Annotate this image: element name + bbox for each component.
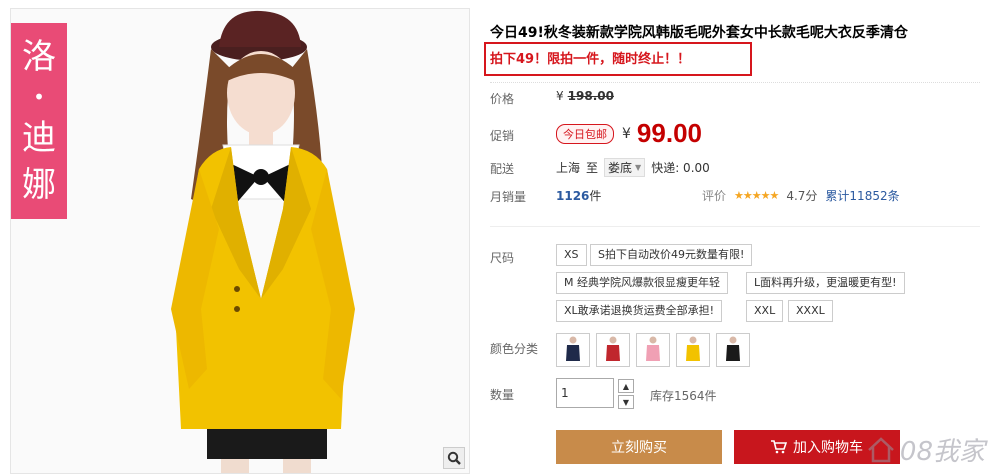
zoom-button[interactable] xyxy=(443,447,465,469)
brand-char: • xyxy=(33,85,45,110)
promotion-label: 促销 xyxy=(490,129,515,143)
model-thumbnail-icon xyxy=(726,336,740,361)
model-thumbnail-icon xyxy=(606,336,620,361)
product-title: 今日49!秋冬装新款学院风韩版毛呢外套女中长款毛呢大衣反季清仓 xyxy=(490,25,908,41)
product-page: 洛 • 迪 娜 今日49!秋冬装新款学院风韩版毛呢外套女中长款毛呢大衣反季清仓 … xyxy=(0,0,993,474)
destination-select[interactable]: 娄底 ▼ xyxy=(604,158,646,177)
rating-label: 评价 xyxy=(702,189,727,203)
chevron-up-icon: ▲ xyxy=(622,381,630,391)
shipping-row: 上海 至 娄底 ▼ 快递: 0.00 xyxy=(556,158,710,177)
color-label: 颜色分类 xyxy=(490,342,539,356)
shipping-label: 配送 xyxy=(490,162,515,176)
price-label: 价格 xyxy=(490,92,515,106)
chevron-down-icon: ▼ xyxy=(635,163,642,172)
cart-icon xyxy=(771,440,787,454)
rating-stars-icon: ★★★★★ xyxy=(734,189,779,202)
brand-logo: 洛 • 迪 娜 xyxy=(11,23,67,219)
quantity-label: 数量 xyxy=(490,388,515,402)
review-count-link[interactable]: 累计11852条 xyxy=(825,187,899,204)
rating-score: 4.7分 xyxy=(786,189,818,203)
brand-char: 洛 xyxy=(22,36,56,77)
model-thumbnail-icon xyxy=(566,336,580,361)
size-option-s[interactable]: S拍下自动改价49元数量有限! xyxy=(590,244,753,266)
free-shipping-badge: 今日包邮 xyxy=(556,123,614,144)
rating-row: 评价 ★★★★★ 4.7分 累计11852条 xyxy=(702,187,900,204)
quantity-decrease-button[interactable]: ▼ xyxy=(618,395,634,409)
size-option-xxxl[interactable]: XXXL xyxy=(788,300,833,322)
sales-label: 月销量 xyxy=(490,190,527,204)
product-image-panel[interactable]: 洛 • 迪 娜 xyxy=(10,8,470,474)
quantity-input[interactable] xyxy=(556,378,614,408)
size-option-m[interactable]: M 经典学院风爆款很显瘦更年轻 xyxy=(556,272,728,294)
model-thumbnail-icon xyxy=(646,336,660,361)
stock-count: 库存1564件 xyxy=(650,389,717,403)
divider xyxy=(490,82,980,83)
ship-to-word: 至 xyxy=(586,161,599,175)
model-photo xyxy=(171,10,355,473)
express-fee: 快递: 0.00 xyxy=(651,161,710,175)
divider xyxy=(490,226,980,227)
destination-value: 娄底 xyxy=(608,161,633,175)
currency-symbol: ¥ xyxy=(622,125,631,142)
buy-now-button[interactable]: 立刻购买 xyxy=(556,430,722,464)
monthly-sales: 1126件 xyxy=(556,187,601,204)
promo-text: 拍下49！限拍一件，随时终止！！ xyxy=(490,52,691,67)
ship-from: 上海 xyxy=(556,161,581,175)
promotion-row: 今日包邮 ¥ 99.00 xyxy=(556,118,702,149)
buy-now-label: 立刻购买 xyxy=(611,439,667,455)
chevron-down-icon: ▼ xyxy=(622,397,630,407)
watermark: 08我家 xyxy=(866,431,985,468)
sales-unit: 件 xyxy=(589,189,602,203)
original-price: ¥198.00 xyxy=(556,89,614,103)
house-icon xyxy=(868,436,894,462)
color-swatch-navy[interactable] xyxy=(556,333,590,367)
watermark-text: 08我家 xyxy=(899,437,985,467)
sales-count: 1126 xyxy=(556,189,590,203)
color-swatch-yellow[interactable] xyxy=(676,333,710,367)
color-swatch-pink[interactable] xyxy=(636,333,670,367)
add-to-cart-label: 加入购物车 xyxy=(793,439,863,455)
model-thumbnail-icon xyxy=(686,336,700,361)
sale-price: 99.00 xyxy=(636,118,702,148)
original-price-value: 198.00 xyxy=(567,89,614,103)
size-label: 尺码 xyxy=(490,251,515,265)
size-option-l[interactable]: L面料再升级，更温暖更有型! xyxy=(746,272,905,294)
size-option-xs[interactable]: XS xyxy=(556,244,587,266)
currency-symbol: ¥ xyxy=(556,89,564,103)
brand-char: 娜 xyxy=(22,165,56,206)
size-option-xxl[interactable]: XXL xyxy=(746,300,784,322)
magnifier-icon xyxy=(447,451,461,465)
color-swatch-red[interactable] xyxy=(596,333,630,367)
brand-char: 迪 xyxy=(22,117,56,158)
color-swatch-black[interactable] xyxy=(716,333,750,367)
quantity-increase-button[interactable]: ▲ xyxy=(618,379,634,393)
size-option-xl[interactable]: XL敢承诺退换货运费全部承担! xyxy=(556,300,723,322)
